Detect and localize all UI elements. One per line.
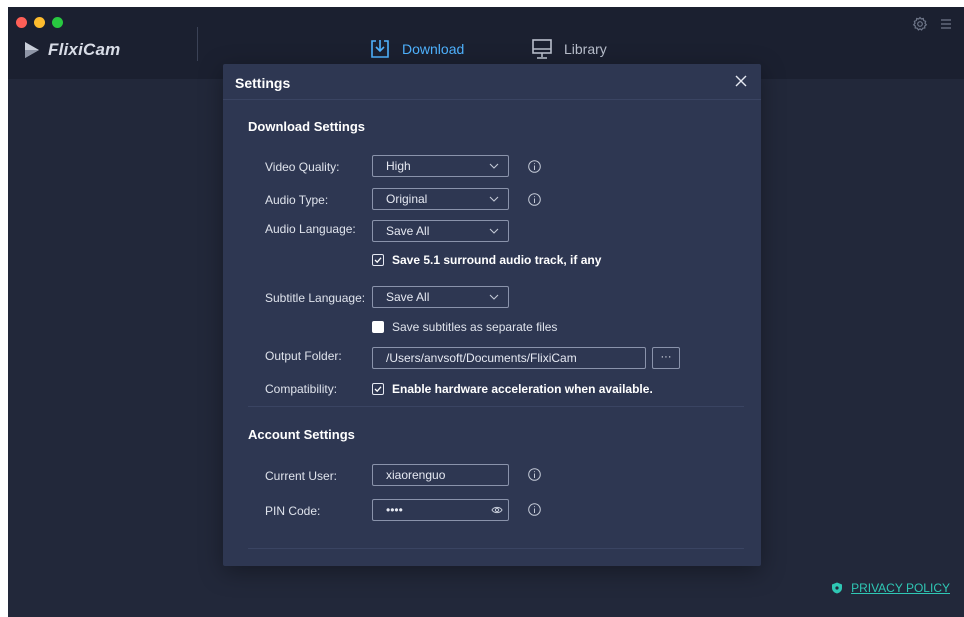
chevron-down-icon (489, 228, 499, 234)
minimize-window-button[interactable] (34, 17, 45, 28)
current-user-value: xiaorenguo (386, 468, 446, 482)
section-divider (248, 548, 744, 549)
surround-audio-option[interactable]: Save 5.1 surround audio track, if any (372, 253, 601, 267)
output-folder-field[interactable]: /Users/anvsoft/Documents/FlixiCam (372, 347, 646, 369)
close-window-button[interactable] (16, 17, 27, 28)
maximize-window-button[interactable] (52, 17, 63, 28)
info-icon[interactable] (528, 503, 541, 516)
audio-language-select[interactable]: Save All (372, 220, 509, 242)
gear-icon[interactable] (912, 16, 928, 32)
pin-code-field[interactable]: •••• (372, 499, 509, 521)
top-right-controls (912, 16, 954, 32)
dialog-title: Settings (235, 75, 291, 91)
download-icon (371, 40, 389, 58)
section-divider (248, 406, 744, 407)
nav-download-label: Download (402, 41, 465, 57)
subtitles-separate-option[interactable]: Save subtitles as separate files (372, 320, 557, 334)
close-icon[interactable] (733, 73, 749, 89)
window-controls (16, 17, 63, 28)
nav-library[interactable]: Library (530, 37, 607, 61)
download-settings-heading: Download Settings (248, 119, 365, 134)
monitor-icon (532, 39, 552, 59)
nav-library-label: Library (564, 41, 607, 57)
dialog-header: Settings (223, 64, 761, 100)
video-quality-select[interactable]: High (372, 155, 509, 177)
info-icon[interactable] (528, 160, 541, 173)
output-folder-value: /Users/anvsoft/Documents/FlixiCam (386, 351, 577, 365)
surround-audio-label: Save 5.1 surround audio track, if any (392, 253, 602, 267)
subtitle-language-label: Subtitle Language: (265, 291, 366, 305)
menu-icon[interactable] (938, 16, 954, 32)
settings-dialog: Settings Download Settings Video Quality… (223, 64, 761, 566)
current-user-label: Current User: (265, 469, 338, 483)
eye-icon[interactable] (491, 505, 503, 515)
video-quality-value: High (386, 159, 411, 173)
hardware-acceleration-option[interactable]: Enable hardware acceleration when availa… (372, 382, 653, 396)
output-folder-label: Output Folder: (265, 349, 342, 363)
info-icon[interactable] (528, 193, 541, 206)
audio-type-value: Original (386, 192, 428, 206)
pin-code-value: •••• (386, 503, 403, 517)
audio-type-select[interactable]: Original (372, 188, 509, 210)
chevron-down-icon (489, 294, 499, 300)
compatibility-label: Compatibility: (265, 382, 338, 396)
checkmark-icon (374, 386, 382, 393)
subtitles-separate-label: Save subtitles as separate files (392, 320, 558, 334)
audio-type-label: Audio Type: (265, 193, 329, 207)
app-logo: FlixiCam (24, 40, 120, 60)
surround-audio-checkbox[interactable] (372, 254, 384, 266)
chevron-down-icon (489, 163, 499, 169)
current-user-field[interactable]: xiaorenguo (372, 464, 509, 486)
checkmark-icon (374, 257, 382, 264)
audio-language-label: Audio Language: (265, 222, 356, 236)
chevron-down-icon (489, 196, 499, 202)
account-settings-heading: Account Settings (248, 427, 355, 442)
video-quality-label: Video Quality: (265, 160, 340, 174)
info-icon[interactable] (528, 468, 541, 481)
audio-language-value: Save All (386, 224, 430, 238)
play-logo-icon (25, 42, 39, 58)
privacy-policy-link[interactable]: PRIVACY POLICY (831, 581, 950, 595)
logo-divider (197, 27, 198, 61)
app-name: FlixiCam (48, 40, 121, 59)
hardware-acceleration-label: Enable hardware acceleration when availa… (392, 382, 653, 396)
nav-download[interactable]: Download (368, 37, 464, 61)
hardware-acceleration-checkbox[interactable] (372, 383, 384, 395)
subtitle-language-select[interactable]: Save All (372, 286, 509, 308)
subtitles-separate-checkbox[interactable] (372, 321, 384, 333)
pin-code-label: PIN Code: (265, 504, 321, 518)
subtitle-language-value: Save All (386, 290, 430, 304)
browse-folder-button[interactable]: ··· (652, 347, 680, 369)
shield-icon (832, 582, 843, 594)
privacy-policy-label: PRIVACY POLICY (851, 581, 950, 595)
